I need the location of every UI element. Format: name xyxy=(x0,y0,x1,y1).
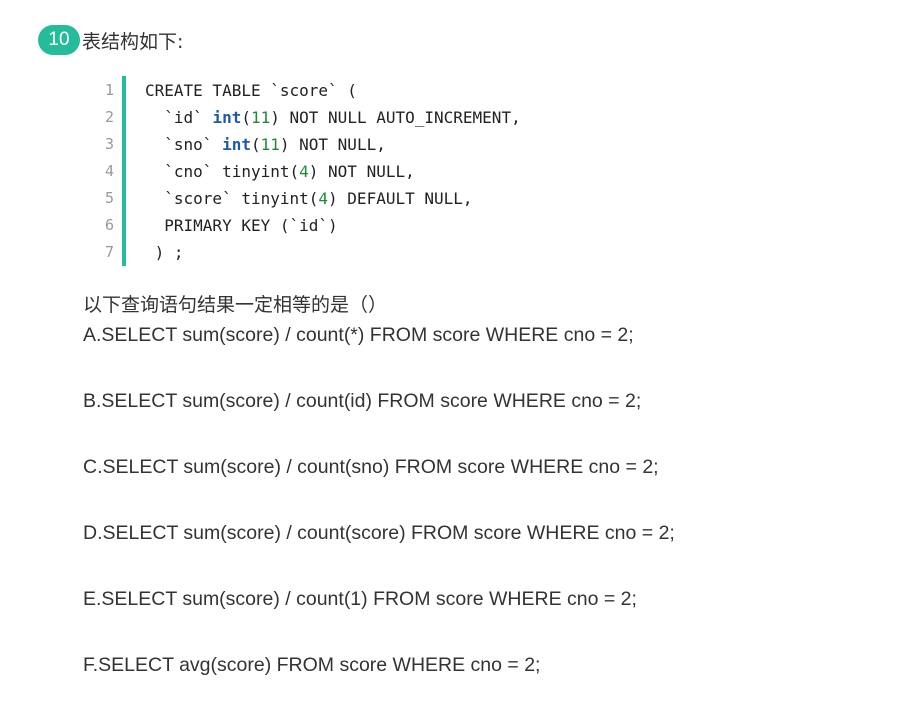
line-number: 7 xyxy=(104,243,114,261)
line-number: 3 xyxy=(104,135,114,153)
code-token: `score` tinyint( xyxy=(145,189,319,208)
code-token: ) NOT NULL, xyxy=(279,135,386,154)
option-b[interactable]: B.SELECT sum(score) / count(id) FROM sco… xyxy=(83,390,641,413)
line-number: 6 xyxy=(104,216,114,234)
code-token: ( xyxy=(241,108,251,127)
code-token: ) ; xyxy=(145,243,184,262)
code-line: ) ; xyxy=(145,239,184,266)
option-c[interactable]: C.SELECT sum(score) / count(sno) FROM sc… xyxy=(83,456,659,479)
code-line: `score` tinyint(4) DEFAULT NULL, xyxy=(145,185,473,212)
code-block: 1 2 3 4 5 6 7 CREATE TABLE `score` ( `id… xyxy=(92,76,652,266)
code-line: CREATE TABLE `score` ( xyxy=(145,77,357,104)
line-number: 1 xyxy=(104,81,114,99)
type-keyword: int xyxy=(222,135,251,154)
code-token: PRIMARY KEY (`id`) xyxy=(145,216,338,235)
code-line: `id` int(11) NOT NULL AUTO_INCREMENT, xyxy=(145,104,521,131)
code-token: ( xyxy=(250,135,261,154)
type-keyword: int xyxy=(212,108,242,127)
option-e[interactable]: E.SELECT sum(score) / count(1) FROM scor… xyxy=(83,588,637,611)
number-literal: 4 xyxy=(299,162,309,181)
code-line: `cno` tinyint(4) NOT NULL, xyxy=(145,158,415,185)
code-line: PRIMARY KEY (`id`) xyxy=(145,212,338,239)
code-token: `id` xyxy=(145,108,213,127)
option-f[interactable]: F.SELECT avg(score) FROM score WHERE cno… xyxy=(83,654,540,677)
question-header: 10 表结构如下: xyxy=(38,24,183,56)
line-number: 5 xyxy=(104,189,114,207)
line-number: 2 xyxy=(104,108,114,126)
code-gutter: 1 2 3 4 5 6 7 xyxy=(92,76,126,266)
code-token: `sno` xyxy=(145,135,223,154)
number-literal: 4 xyxy=(318,189,329,208)
code-token: ) NOT NULL AUTO_INCREMENT, xyxy=(270,108,521,127)
code-token: ) DEFAULT NULL, xyxy=(328,189,473,208)
code-line: `sno` int(11) NOT NULL, xyxy=(145,131,386,158)
question-title: 表结构如下: xyxy=(82,30,184,53)
number-literal: 11 xyxy=(260,135,280,154)
line-number: 4 xyxy=(104,162,114,180)
option-a[interactable]: A.SELECT sum(score) / count(*) FROM scor… xyxy=(83,324,634,347)
code-token: CREATE TABLE `score` ( xyxy=(145,81,357,100)
code-token: ) NOT NULL, xyxy=(308,162,415,181)
question-prompt: 以下查询语句结果一定相等的是（） xyxy=(83,294,388,316)
code-token: `cno` tinyint( xyxy=(145,162,300,181)
option-d[interactable]: D.SELECT sum(score) / count(score) FROM … xyxy=(83,522,675,545)
question-number-badge: 10 xyxy=(38,25,80,55)
number-literal: 11 xyxy=(250,108,271,127)
